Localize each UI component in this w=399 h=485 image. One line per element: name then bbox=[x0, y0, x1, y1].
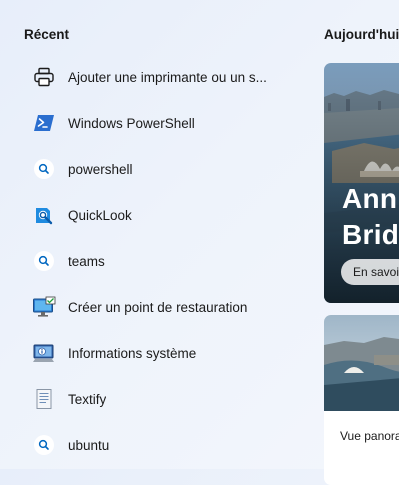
recent-item-search-ubuntu[interactable]: ubuntu bbox=[24, 422, 292, 468]
today-section-title: Aujourd'hui bbox=[324, 27, 399, 42]
printer-icon bbox=[32, 65, 56, 89]
recent-section-title: Récent bbox=[24, 27, 70, 42]
recent-item-create-restore-point[interactable]: Créer un point de restauration bbox=[24, 284, 292, 330]
recent-item-label: ubuntu bbox=[68, 437, 110, 453]
recent-item-label: Textify bbox=[68, 391, 107, 407]
recent-item-windows-powershell[interactable]: Windows PowerShell bbox=[24, 100, 292, 146]
recent-item-search-powershell[interactable]: powershell bbox=[24, 146, 292, 192]
today-card-main[interactable]: Anni Bridg En savoi bbox=[324, 63, 399, 303]
system-information-icon bbox=[32, 341, 56, 365]
recent-item-label: powershell bbox=[68, 161, 133, 177]
recent-item-textify[interactable]: Textify bbox=[24, 376, 292, 422]
today-card-secondary[interactable]: Vue panora bbox=[324, 315, 399, 485]
quicklook-icon bbox=[32, 203, 56, 227]
recent-item-label: Windows PowerShell bbox=[68, 115, 195, 131]
powershell-icon bbox=[32, 111, 56, 135]
card-caption: Vue panora bbox=[340, 429, 399, 443]
card-headline: Anni Bridg bbox=[342, 183, 399, 250]
search-icon bbox=[32, 249, 56, 273]
recent-item-label: Informations système bbox=[68, 345, 197, 361]
recent-item-search-teams[interactable]: teams bbox=[24, 238, 292, 284]
recent-item-quicklook[interactable]: QuickLook bbox=[24, 192, 292, 238]
search-icon bbox=[32, 157, 56, 181]
recent-list: Ajouter une imprimante ou un s... Window… bbox=[24, 54, 292, 468]
textify-icon bbox=[32, 387, 56, 411]
learn-more-button[interactable]: En savoi bbox=[341, 259, 399, 285]
recent-item-label: teams bbox=[68, 253, 105, 269]
recent-item-add-printer[interactable]: Ajouter une imprimante ou un s... bbox=[24, 54, 292, 100]
recent-item-system-information[interactable]: Informations système bbox=[24, 330, 292, 376]
recent-item-label: Ajouter une imprimante ou un s... bbox=[68, 69, 267, 85]
recent-item-label: QuickLook bbox=[68, 207, 132, 223]
system-restore-icon bbox=[32, 295, 56, 319]
search-icon bbox=[32, 433, 56, 457]
recent-item-label: Créer un point de restauration bbox=[68, 299, 248, 315]
card-photo bbox=[324, 315, 399, 411]
